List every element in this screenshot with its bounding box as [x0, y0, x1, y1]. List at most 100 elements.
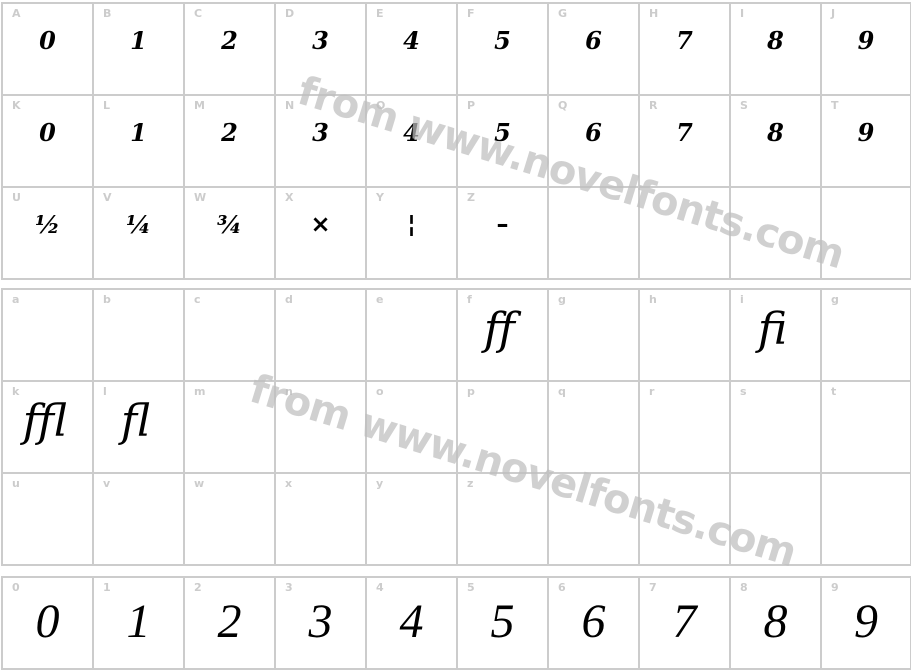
- glyph-cell: [638, 474, 729, 564]
- cell-key-label: w: [194, 477, 205, 490]
- glyph-cell: 11: [92, 578, 183, 668]
- glyph-cell: Z –: [456, 188, 547, 278]
- cell-key-label: a: [12, 293, 20, 306]
- glyph-cell: x: [274, 474, 365, 564]
- cell-key-label: W: [194, 191, 207, 204]
- glyph-cell: b: [92, 290, 183, 380]
- glyph-cell: L1: [92, 96, 183, 186]
- cell-key-label: c: [194, 293, 201, 306]
- glyph-cell: a: [1, 290, 92, 380]
- cell-glyph: 8: [767, 26, 784, 55]
- glyph-cell: K0: [1, 96, 92, 186]
- glyph-cell: t: [820, 382, 911, 472]
- uppercase-digit-section: A0B1C2D3E4F5G6H7I8J9K0L1M2N3O4P5Q6R7S8T9…: [1, 2, 911, 280]
- cell-glyph: ¾: [216, 210, 243, 239]
- glyph-row: a b c d e f ff g h i fi g: [1, 288, 911, 380]
- cell-glyph: 8: [767, 118, 784, 147]
- glyph-cell: h: [638, 290, 729, 380]
- cell-key-label: D: [285, 7, 295, 20]
- digit-section: 00112233445566778899: [1, 576, 911, 670]
- cell-key-label: g: [831, 293, 839, 306]
- cell-key-label: n: [285, 385, 293, 398]
- cell-glyph: 9: [857, 118, 875, 147]
- cell-glyph: 1: [130, 118, 147, 147]
- cell-key-label: S: [740, 99, 748, 112]
- cell-key-label: x: [285, 477, 293, 490]
- cell-glyph: 3: [308, 595, 333, 648]
- glyph-cell: M2: [183, 96, 274, 186]
- glyph-cell: g: [820, 290, 911, 380]
- cell-key-label: 3: [285, 581, 293, 594]
- cell-key-label: A: [12, 7, 21, 20]
- cell-glyph: 5: [494, 118, 511, 147]
- cell-key-label: z: [467, 477, 474, 490]
- cell-key-label: M: [194, 99, 205, 112]
- cell-key-label: h: [649, 293, 657, 306]
- glyph-cell: v: [92, 474, 183, 564]
- cell-key-label: t: [831, 385, 837, 398]
- cell-key-label: T: [831, 99, 839, 112]
- cell-key-label: E: [376, 7, 384, 20]
- glyph-row: k ffl l fl m n o p q r s t: [1, 380, 911, 472]
- cell-glyph: 1: [126, 595, 151, 648]
- cell-key-label: b: [103, 293, 111, 306]
- glyph-cell: [820, 474, 911, 564]
- cell-key-label: v: [103, 477, 111, 490]
- cell-glyph: 6: [585, 118, 602, 147]
- glyph-cell: [729, 474, 820, 564]
- cell-key-label: F: [467, 7, 475, 20]
- cell-key-label: 5: [467, 581, 475, 594]
- cell-key-label: L: [103, 99, 111, 112]
- cell-key-label: y: [376, 477, 384, 490]
- cell-key-label: C: [194, 7, 203, 20]
- cell-key-label: Y: [376, 191, 384, 204]
- cell-key-label: U: [12, 191, 21, 204]
- cell-glyph: 7: [676, 118, 693, 147]
- cell-key-label: g: [558, 293, 566, 306]
- glyph-cell: Q6: [547, 96, 638, 186]
- glyph-cell: B1: [92, 4, 183, 94]
- cell-key-label: H: [649, 7, 659, 20]
- glyph-cell: c: [183, 290, 274, 380]
- glyph-cell: T9: [820, 96, 911, 186]
- cell-glyph: ff: [483, 304, 516, 355]
- glyph-cell: A0: [1, 4, 92, 94]
- cell-key-label: 8: [740, 581, 748, 594]
- cell-glyph: 2: [217, 595, 242, 648]
- cell-key-label: e: [376, 293, 384, 306]
- glyph-cell: P5: [456, 96, 547, 186]
- glyph-cell: [820, 188, 911, 278]
- glyph-cell: d: [274, 290, 365, 380]
- glyph-cell: r: [638, 382, 729, 472]
- cell-key-label: d: [285, 293, 293, 306]
- glyph-cell: n: [274, 382, 365, 472]
- cell-glyph: 0: [35, 595, 60, 648]
- cell-key-label: u: [12, 477, 20, 490]
- glyph-row: 00112233445566778899: [1, 576, 911, 670]
- cell-key-label: 6: [558, 581, 566, 594]
- glyph-cell: R7: [638, 96, 729, 186]
- glyph-row: U ½ V ¼ W ¾ X × Y ¦ Z –: [1, 186, 911, 280]
- cell-key-label: J: [831, 7, 836, 20]
- glyph-cell: o: [365, 382, 456, 472]
- glyph-cell: 77: [638, 578, 729, 668]
- glyph-cell: 66: [547, 578, 638, 668]
- cell-key-label: R: [649, 99, 658, 112]
- cell-glyph: 8: [763, 595, 788, 648]
- glyph-cell: C2: [183, 4, 274, 94]
- glyph-cell: 88: [729, 578, 820, 668]
- glyph-cell: G6: [547, 4, 638, 94]
- glyph-cell: S8: [729, 96, 820, 186]
- glyph-cell: D3: [274, 4, 365, 94]
- cell-glyph: fl: [120, 396, 151, 447]
- cell-glyph: 2: [221, 26, 238, 55]
- glyph-cell: W¾: [183, 188, 274, 278]
- glyph-cell: X ×: [274, 188, 365, 278]
- glyph-cell: 44: [365, 578, 456, 668]
- glyph-cell: 33: [274, 578, 365, 668]
- glyph-cell: z: [456, 474, 547, 564]
- cell-glyph: 5: [490, 595, 515, 648]
- cell-key-label: N: [285, 99, 295, 112]
- glyph-cell: 00: [1, 578, 92, 668]
- cell-key-label: P: [467, 99, 476, 112]
